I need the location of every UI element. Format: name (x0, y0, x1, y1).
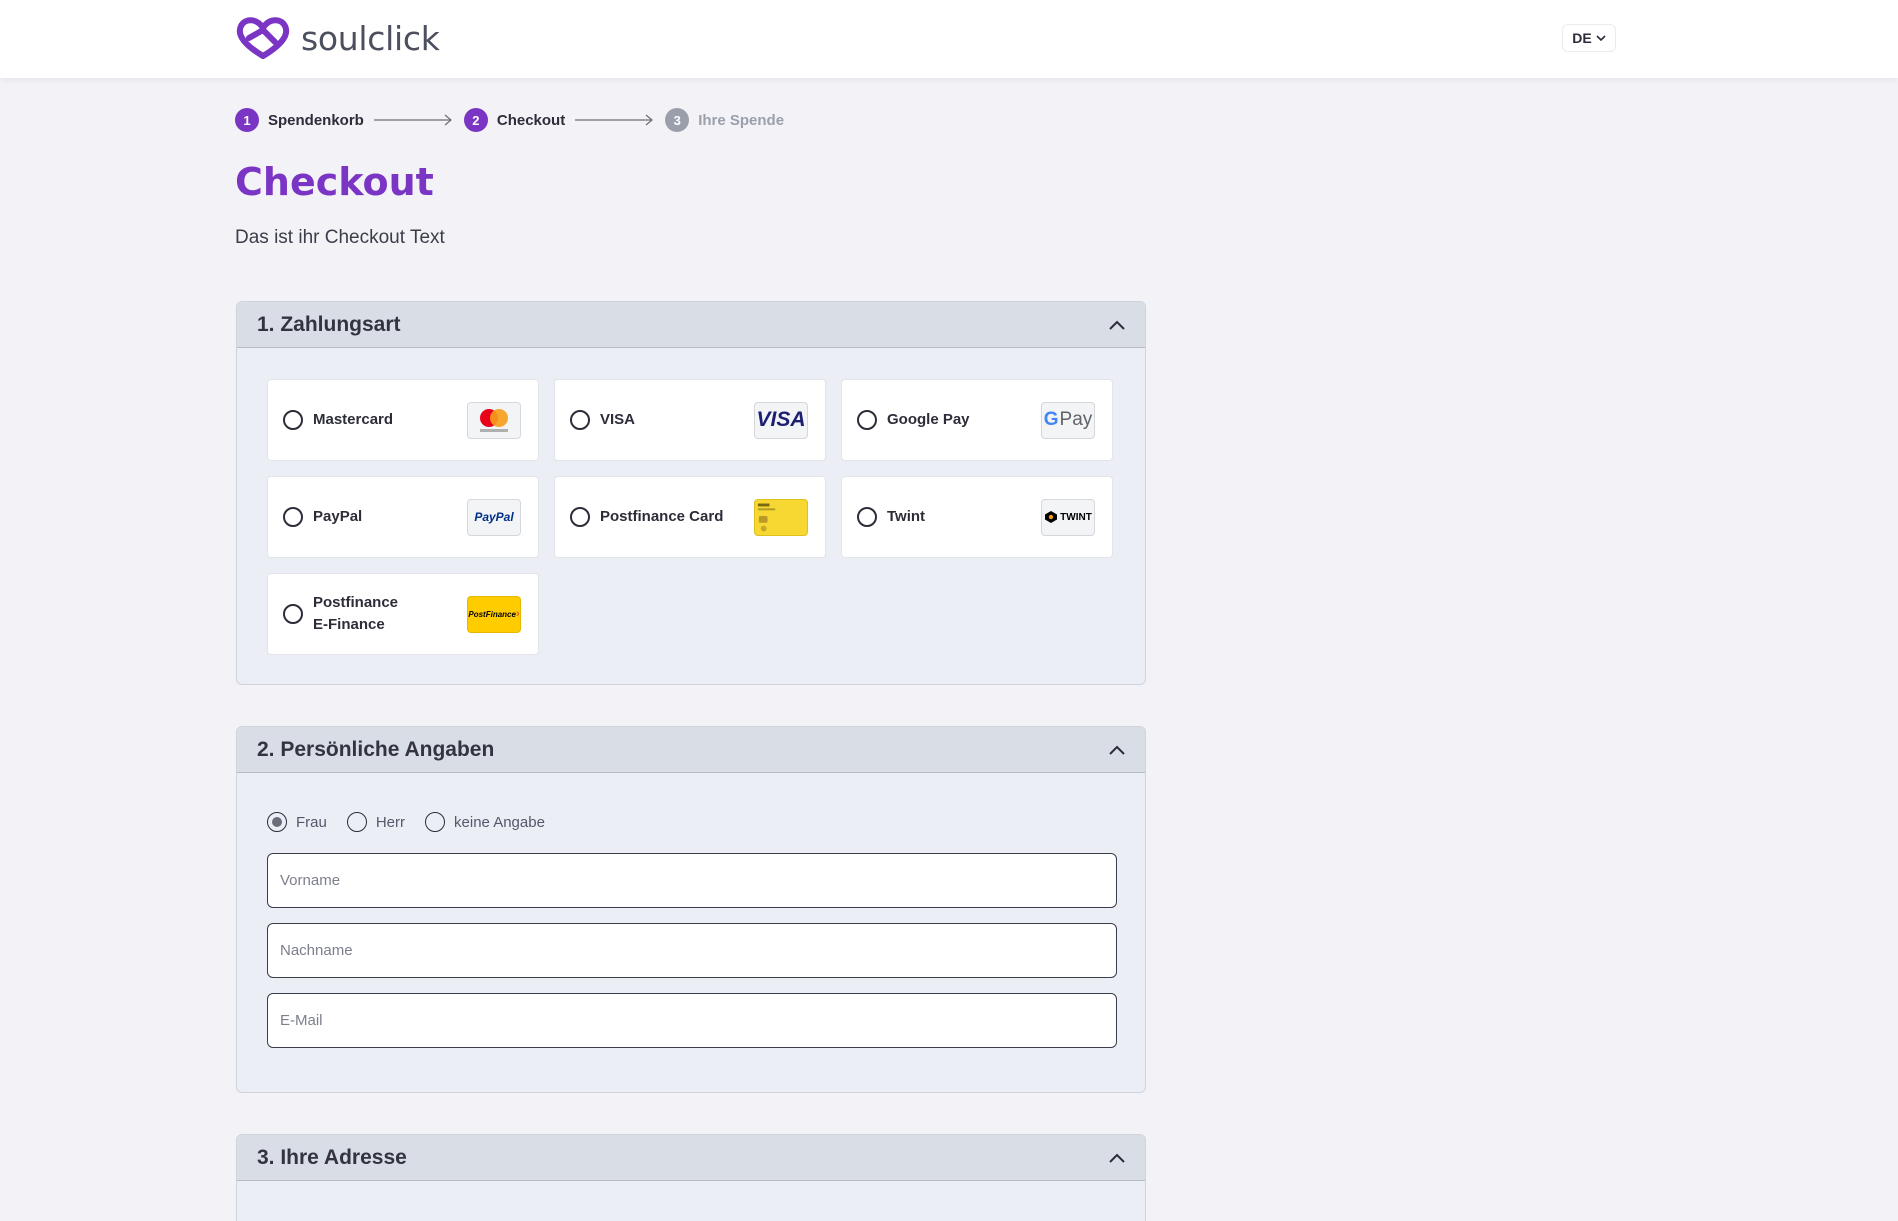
salutation-label: Frau (296, 813, 327, 831)
brand-name: soulclick (301, 18, 440, 58)
personal-section: 2. Persönliche Angaben Frau Herr keine A… (236, 726, 1146, 1093)
payment-label: VISA (600, 411, 636, 428)
step-label: Ihre Spende (698, 111, 785, 129)
payment-option-postfinance-efinance[interactable]: Postfinance E-Finance PostFinance › (267, 573, 539, 655)
step-spendenkorb[interactable]: 1 Spendenkorb (235, 108, 364, 132)
section-title: 2. Persönliche Angaben (257, 737, 495, 761)
step-ihre-spende: 3 Ihre Spende (665, 108, 784, 132)
chevron-up-icon[interactable] (1109, 745, 1125, 755)
brand-logo[interactable]: soulclick (235, 16, 440, 60)
salutation-herr[interactable]: Herr (346, 812, 406, 832)
payment-label: Mastercard (313, 411, 394, 428)
radio-button[interactable] (346, 812, 367, 832)
payment-option-paypal[interactable]: PayPal PayPal (267, 476, 539, 558)
payment-section: 1. Zahlungsart Mastercard VISA VISA Goog… (236, 301, 1146, 685)
payment-section-header[interactable]: 1. Zahlungsart (237, 302, 1145, 348)
salutation-frau[interactable]: Frau (267, 812, 327, 832)
payment-option-postfinance-card[interactable]: Postfinance Card (554, 476, 826, 558)
step-number: 2 (463, 108, 488, 132)
chevron-up-icon[interactable] (1109, 1153, 1125, 1163)
section-title: 1. Zahlungsart (257, 312, 401, 336)
step-label: Checkout (496, 111, 566, 129)
paypal-icon: PayPal (467, 498, 521, 536)
visa-icon: VISA (754, 401, 808, 439)
heart-logo-icon (236, 17, 290, 59)
step-number: 3 (665, 108, 690, 132)
arrow-right-icon (373, 114, 452, 126)
first-name-field[interactable] (267, 853, 1117, 908)
gpay-logo-text: Pay (1059, 409, 1093, 430)
language-selector[interactable]: DE (1562, 24, 1616, 52)
arrow-right-icon (575, 114, 654, 126)
postfinance-logo-text: PostFinance (468, 609, 516, 619)
payment-methods: Mastercard VISA VISA Google Pay G Pay Pa… (267, 379, 1113, 655)
radio-button[interactable] (267, 812, 287, 832)
google-pay-icon: G Pay (1041, 401, 1095, 439)
visa-logo-text: VISA (756, 408, 806, 431)
language-label: DE (1572, 30, 1592, 46)
step-number: 1 (235, 108, 259, 132)
chevron-up-icon[interactable] (1109, 320, 1125, 330)
section-title: 3. Ihre Adresse (257, 1145, 407, 1169)
postfinance-card-icon (754, 498, 808, 536)
payment-label: PayPal (313, 508, 363, 525)
payment-label: Twint (887, 508, 926, 525)
payment-option-visa[interactable]: VISA VISA (554, 379, 826, 461)
radio-button[interactable] (857, 507, 877, 527)
radio-button[interactable] (425, 812, 446, 832)
address-section: 3. Ihre Adresse (236, 1134, 1146, 1221)
salutation-group: Frau Herr keine Angabe (267, 812, 565, 832)
page-title: Checkout (235, 160, 434, 204)
salutation-label: keine Angabe (454, 813, 545, 831)
salutation-label: Herr (375, 813, 406, 831)
payment-label: Postfinance Card (600, 508, 724, 525)
twint-icon: TWINT (1041, 498, 1095, 536)
address-section-header[interactable]: 3. Ihre Adresse (237, 1135, 1145, 1181)
paypal-logo-text: PayPal (474, 510, 514, 524)
payment-option-google-pay[interactable]: Google Pay G Pay (841, 379, 1113, 461)
site-header: soulclick DE (0, 0, 1898, 78)
email-field[interactable] (267, 993, 1117, 1048)
step-checkout[interactable]: 2 Checkout (463, 108, 566, 132)
payment-option-twint[interactable]: Twint TWINT (841, 476, 1113, 558)
postfinance-efinance-icon: PostFinance › (467, 595, 521, 633)
radio-button[interactable] (283, 507, 303, 527)
personal-section-header[interactable]: 2. Persönliche Angaben (237, 727, 1145, 773)
last-name-field[interactable] (267, 923, 1117, 978)
payment-option-mastercard[interactable]: Mastercard (267, 379, 539, 461)
salutation-keine-angabe[interactable]: keine Angabe (425, 812, 545, 832)
radio-button[interactable] (570, 410, 590, 430)
payment-label: Google Pay (887, 411, 970, 428)
radio-button[interactable] (283, 410, 303, 430)
mastercard-icon (467, 401, 521, 439)
radio-button[interactable] (570, 507, 590, 527)
step-label: Spendenkorb (268, 111, 364, 129)
chevron-down-icon (1596, 34, 1606, 41)
radio-button[interactable] (283, 604, 303, 624)
page-intro: Das ist ihr Checkout Text (235, 227, 445, 248)
checkout-stepper: 1 Spendenkorb 2 Checkout 3 Ihre Spende (235, 108, 784, 132)
payment-label: Postfinance E-Finance (313, 594, 399, 633)
radio-button[interactable] (857, 410, 877, 430)
twint-logo-text: TWINT (1060, 511, 1092, 523)
